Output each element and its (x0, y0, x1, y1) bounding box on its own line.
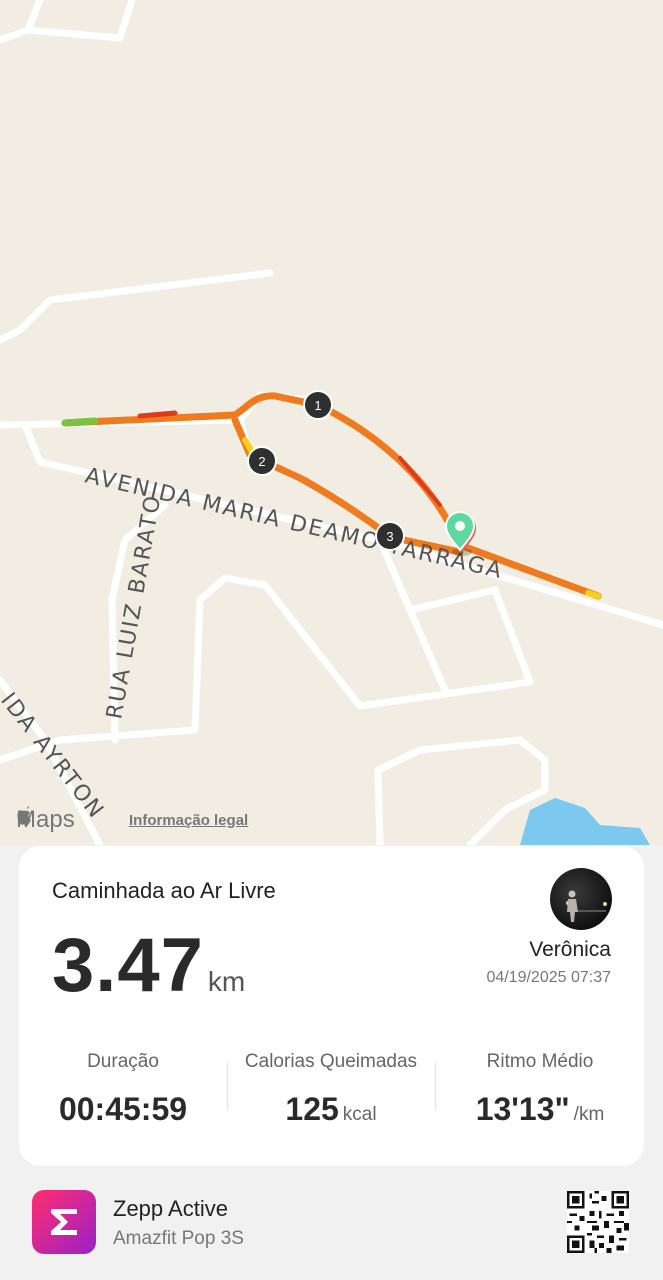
workout-share-screen: AVENIDA MARIA DEAMO TARRAGA RUA LUIZ BAR… (0, 0, 663, 1280)
sigma-icon (51, 1209, 77, 1235)
km-marker-2[interactable]: 2 (247, 446, 277, 476)
distance-value: 3.47 (52, 923, 204, 1008)
stat-pace: Ritmo Médio 13'13"/km (449, 1051, 631, 1128)
apple-icon (17, 806, 31, 825)
svg-text:1: 1 (314, 398, 321, 413)
distance-display: 3.47 km (52, 922, 245, 1009)
km-marker-3[interactable]: 3 (375, 521, 405, 551)
km-marker-1[interactable]: 1 (303, 390, 333, 420)
route-map[interactable]: AVENIDA MARIA DEAMO TARRAGA RUA LUIZ BAR… (0, 0, 663, 845)
road-loop (0, 536, 534, 764)
user-name: Verônica (529, 938, 611, 961)
route-fast-segment (137, 410, 178, 419)
activity-title: Caminhada ao Ar Livre (52, 878, 276, 903)
apple-maps-logo: Maps (16, 806, 75, 834)
lake (520, 798, 650, 845)
stat-label: Duração (87, 1051, 159, 1072)
svg-text:2: 2 (258, 454, 265, 469)
route-fast-segment-2 (398, 456, 442, 507)
device-name: Amazfit Pop 3S (113, 1228, 244, 1249)
avatar-photo-icon (566, 890, 607, 922)
zepp-logo-icon (32, 1190, 96, 1254)
route-start-segment (61, 417, 99, 427)
road-bottom (374, 736, 549, 845)
legal-info-link[interactable]: Informação legal (129, 812, 248, 829)
road-inner (406, 606, 449, 694)
route-end-segment (585, 590, 601, 599)
road-top (24, 0, 136, 42)
stat-label: Calorias Queimadas (244, 1051, 418, 1072)
stat-value: 13'13"/km (475, 1091, 605, 1127)
stat-divider (435, 1062, 436, 1110)
stat-label: Ritmo Médio (486, 1051, 594, 1072)
road-mid-left (0, 269, 274, 344)
distance-unit: km (207, 966, 246, 997)
stat-value: 125 kcal (285, 1091, 377, 1127)
workout-datetime: 04/19/2025 07:37 (486, 969, 611, 986)
stat-duration: Duração 00:45:59 (33, 1051, 213, 1128)
qr-code-icon[interactable] (567, 1191, 629, 1253)
map-canvas: AVENIDA MARIA DEAMO TARRAGA RUA LUIZ BAR… (0, 0, 663, 845)
stat-value: 00:45:59 (58, 1091, 188, 1127)
avatar[interactable] (550, 868, 612, 930)
stat-calories: Calorias Queimadas 125 kcal (227, 1051, 435, 1128)
svg-text:3: 3 (386, 529, 393, 544)
app-name: Zepp Active (113, 1196, 228, 1221)
workout-summary-card: Caminhada ao Ar Livre 3.47 km Verônica 0… (19, 846, 644, 1166)
